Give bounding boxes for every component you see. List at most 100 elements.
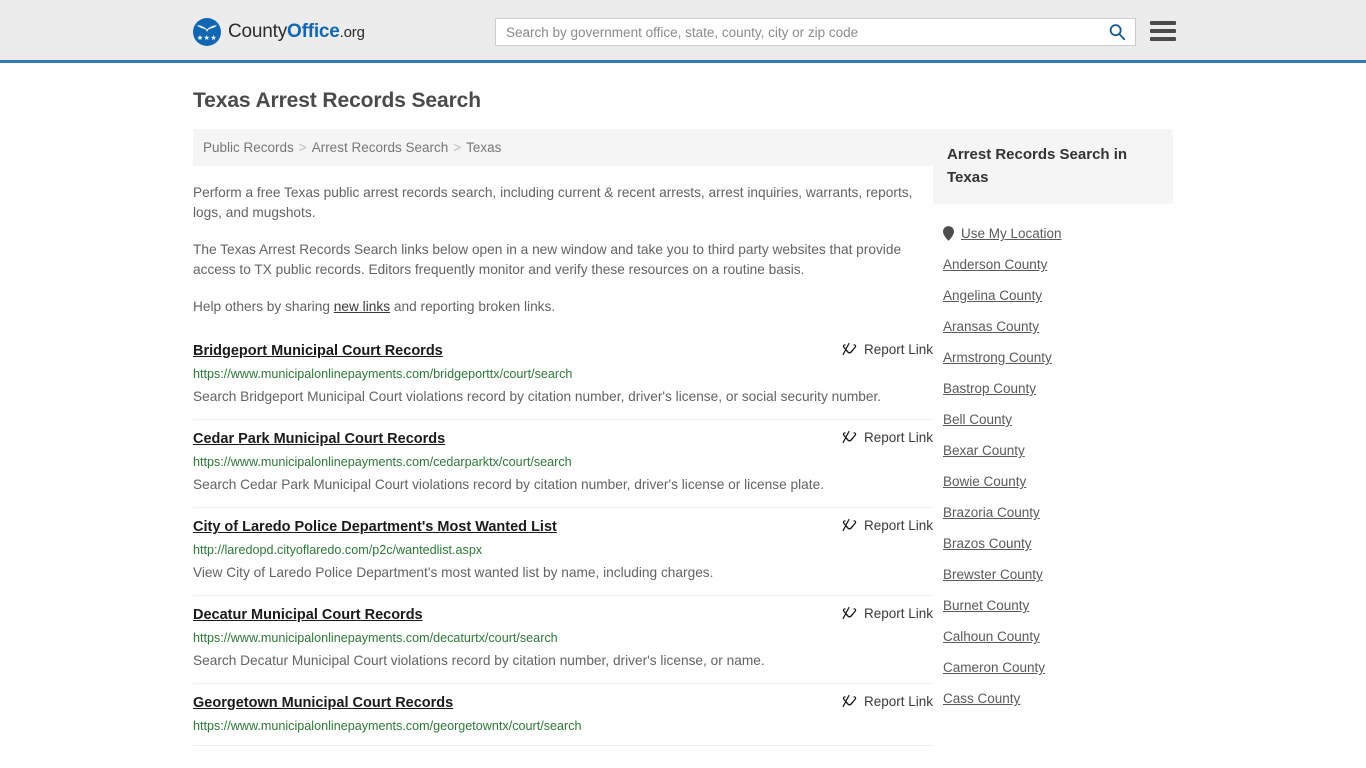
county-link[interactable]: Calhoun County bbox=[943, 629, 1040, 644]
sidebar-item-county[interactable]: Burnet County bbox=[943, 590, 1163, 621]
county-link[interactable]: Bowie County bbox=[943, 474, 1026, 489]
county-link[interactable]: Bexar County bbox=[943, 443, 1025, 458]
sidebar-item-county[interactable]: Brazoria County bbox=[943, 497, 1163, 528]
county-link[interactable]: Burnet County bbox=[943, 598, 1029, 613]
broken-link-icon bbox=[842, 342, 857, 356]
result-title-link[interactable]: Bridgeport Municipal Court Records bbox=[193, 341, 443, 361]
result-description: View City of Laredo Police Department's … bbox=[193, 565, 714, 580]
county-link[interactable]: Bell County bbox=[943, 412, 1012, 427]
county-link[interactable]: Brazos County bbox=[943, 536, 1032, 551]
site-logo[interactable]: ★★★ CountyOffice.org bbox=[193, 18, 365, 46]
result-description: Search Bridgeport Municipal Court violat… bbox=[193, 389, 882, 404]
result-title-link[interactable]: City of Laredo Police Department's Most … bbox=[193, 517, 557, 537]
eagle-seal-icon: ★★★ bbox=[193, 18, 221, 46]
brand-part-tld: .org bbox=[339, 24, 365, 41]
sidebar-heading: Arrest Records Search in Texas bbox=[947, 146, 1128, 186]
breadcrumb-item-arrest-records-search[interactable]: Arrest Records Search bbox=[312, 140, 449, 155]
report-link-button[interactable]: Report Link bbox=[842, 606, 933, 621]
result-url[interactable]: https://www.municipalonlinepayments.com/… bbox=[193, 718, 933, 734]
sidebar-item-county[interactable]: Anderson County bbox=[943, 249, 1163, 280]
sidebar-county-list: Use My Location Anderson County Angelina … bbox=[933, 218, 1173, 714]
sidebar-item-county[interactable]: Brewster County bbox=[943, 559, 1163, 590]
sidebar-item-county[interactable]: Calhoun County bbox=[943, 621, 1163, 652]
site-header: ★★★ CountyOffice.org bbox=[0, 0, 1366, 63]
county-link[interactable]: Bastrop County bbox=[943, 381, 1036, 396]
sidebar-item-use-my-location[interactable]: Use My Location bbox=[943, 218, 1163, 249]
sidebar-item-county[interactable]: Bexar County bbox=[943, 435, 1163, 466]
result-title-link[interactable]: Cedar Park Municipal Court Records bbox=[193, 429, 445, 449]
intro-section: Perform a free Texas public arrest recor… bbox=[193, 183, 933, 317]
report-link-button[interactable]: Report Link bbox=[842, 342, 933, 357]
sidebar-item-county[interactable]: Angelina County bbox=[943, 280, 1163, 311]
content-area: Public Records > Arrest Records Search >… bbox=[193, 129, 1173, 746]
intro-paragraph-2: The Texas Arrest Records Search links be… bbox=[193, 242, 902, 277]
breadcrumb-separator: > bbox=[298, 140, 307, 155]
hamburger-menu-icon[interactable] bbox=[1150, 19, 1176, 43]
brand-wordmark: CountyOffice.org bbox=[228, 21, 365, 43]
result-header: Decatur Municipal Court Records Report Li… bbox=[193, 605, 933, 625]
county-link[interactable]: Anderson County bbox=[943, 257, 1047, 272]
search-bar[interactable] bbox=[495, 18, 1136, 46]
county-link[interactable]: Cass County bbox=[943, 691, 1020, 706]
brand-part-county: County bbox=[228, 21, 288, 42]
hamburger-bar bbox=[1150, 21, 1176, 25]
sidebar-item-county[interactable]: Brazos County bbox=[943, 528, 1163, 559]
broken-link-icon bbox=[842, 606, 857, 620]
report-link-button[interactable]: Report Link bbox=[842, 430, 933, 445]
report-link-label: Report Link bbox=[863, 430, 933, 445]
breadcrumb-item-public-records[interactable]: Public Records bbox=[203, 140, 294, 155]
broken-link-icon bbox=[842, 430, 857, 444]
result-item: City of Laredo Police Department's Most … bbox=[193, 508, 933, 596]
use-my-location-link[interactable]: Use My Location bbox=[961, 226, 1062, 241]
county-link[interactable]: Brazoria County bbox=[943, 505, 1040, 520]
sidebar: Arrest Records Search in Texas Use My Lo… bbox=[933, 129, 1173, 746]
sidebar-item-county[interactable]: Cameron County bbox=[943, 652, 1163, 683]
result-header: Bridgeport Municipal Court Records Report… bbox=[193, 341, 933, 361]
search-icon bbox=[1109, 24, 1126, 41]
breadcrumb-separator: > bbox=[453, 140, 462, 155]
sidebar-item-county[interactable]: Aransas County bbox=[943, 311, 1163, 342]
sidebar-item-county[interactable]: Bell County bbox=[943, 404, 1163, 435]
result-url[interactable]: https://www.municipalonlinepayments.com/… bbox=[193, 454, 933, 470]
report-link-label: Report Link bbox=[863, 342, 933, 357]
report-link-button[interactable]: Report Link bbox=[842, 694, 933, 709]
hamburger-bar bbox=[1150, 37, 1176, 41]
breadcrumb: Public Records > Arrest Records Search >… bbox=[193, 129, 933, 166]
new-links-link[interactable]: new links bbox=[334, 299, 390, 314]
page-title: Texas Arrest Records Search bbox=[193, 89, 481, 112]
county-link[interactable]: Brewster County bbox=[943, 567, 1043, 582]
main-column: Public Records > Arrest Records Search >… bbox=[193, 129, 933, 746]
sidebar-item-county[interactable]: Cass County bbox=[943, 683, 1163, 714]
result-item: Decatur Municipal Court Records Report Li… bbox=[193, 596, 933, 684]
result-item: Cedar Park Municipal Court Records Report… bbox=[193, 420, 933, 508]
broken-link-icon bbox=[842, 694, 857, 708]
report-link-label: Report Link bbox=[863, 606, 933, 621]
result-item: Bridgeport Municipal Court Records Report… bbox=[193, 337, 933, 420]
result-title-link[interactable]: Georgetown Municipal Court Records bbox=[193, 693, 453, 713]
sidebar-item-county[interactable]: Bastrop County bbox=[943, 373, 1163, 404]
search-button[interactable] bbox=[1099, 19, 1135, 45]
eagle-glyph bbox=[197, 24, 217, 32]
county-link[interactable]: Cameron County bbox=[943, 660, 1045, 675]
hamburger-bar bbox=[1150, 29, 1176, 33]
result-url[interactable]: https://www.municipalonlinepayments.com/… bbox=[193, 630, 933, 646]
intro-text-post: and reporting broken links. bbox=[390, 299, 556, 314]
report-link-button[interactable]: Report Link bbox=[842, 518, 933, 533]
report-link-label: Report Link bbox=[863, 518, 933, 533]
result-url[interactable]: https://www.municipalonlinepayments.com/… bbox=[193, 366, 933, 382]
intro-paragraph-1: Perform a free Texas public arrest recor… bbox=[193, 185, 913, 220]
intro-text-pre: Help others by sharing bbox=[193, 299, 334, 314]
county-link[interactable]: Armstrong County bbox=[943, 350, 1052, 365]
result-description: Search Decatur Municipal Court violation… bbox=[193, 653, 765, 668]
sidebar-item-county[interactable]: Armstrong County bbox=[943, 342, 1163, 373]
result-title-link[interactable]: Decatur Municipal Court Records bbox=[193, 605, 423, 625]
search-input[interactable] bbox=[496, 19, 1099, 45]
result-header: City of Laredo Police Department's Most … bbox=[193, 517, 933, 537]
county-link[interactable]: Aransas County bbox=[943, 319, 1039, 334]
result-url[interactable]: http://laredopd.cityoflaredo.com/p2c/wan… bbox=[193, 542, 933, 558]
result-description: Search Cedar Park Municipal Court violat… bbox=[193, 477, 825, 492]
county-link[interactable]: Angelina County bbox=[943, 288, 1042, 303]
three-stars-glyph: ★★★ bbox=[196, 35, 218, 42]
result-header: Cedar Park Municipal Court Records Report… bbox=[193, 429, 933, 449]
sidebar-item-county[interactable]: Bowie County bbox=[943, 466, 1163, 497]
